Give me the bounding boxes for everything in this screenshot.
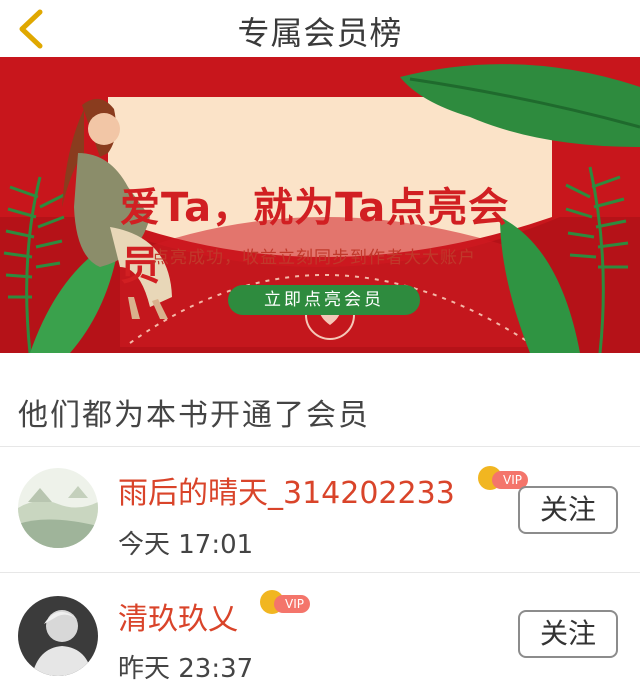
activate-membership-button[interactable]: 立即点亮会员 [228, 285, 420, 315]
vip-label: VIP [274, 595, 310, 613]
avatar[interactable] [18, 468, 98, 548]
member-name[interactable]: 雨后的晴天_314202233 [118, 468, 455, 512]
banner-subtitle: 点亮成功，收益立刻同步到作者大大账户 [152, 248, 476, 268]
landscape-avatar-icon [18, 468, 98, 548]
follow-button[interactable]: 关注 [518, 610, 618, 658]
follow-button[interactable]: 关注 [518, 486, 618, 534]
member-row[interactable]: 雨后的晴天_314202233 VIP 今天 17:01 关注 [0, 446, 640, 572]
top-bar: 专属会员榜 [0, 0, 640, 58]
member-name[interactable]: 清玖玖乂 [118, 594, 238, 638]
vip-badge: VIP [260, 590, 314, 614]
person-avatar-icon [18, 596, 98, 676]
page-title: 专属会员榜 [237, 14, 403, 52]
member-row[interactable]: 清玖玖乂 VIP 昨天 23:37 关注 [0, 572, 640, 698]
promo-banner[interactable]: 爱Ta，就为Ta点亮会员 点亮成功，收益立刻同步到作者大大账户 立即点亮会员 [0, 57, 640, 353]
avatar[interactable] [18, 596, 98, 676]
member-time: 昨天 23:37 [118, 654, 254, 684]
section-title: 他们都为本书开通了会员 [18, 398, 370, 433]
member-time: 今天 17:01 [118, 530, 254, 560]
banner-headline: 爱Ta，就为Ta点亮会员 [120, 185, 510, 289]
